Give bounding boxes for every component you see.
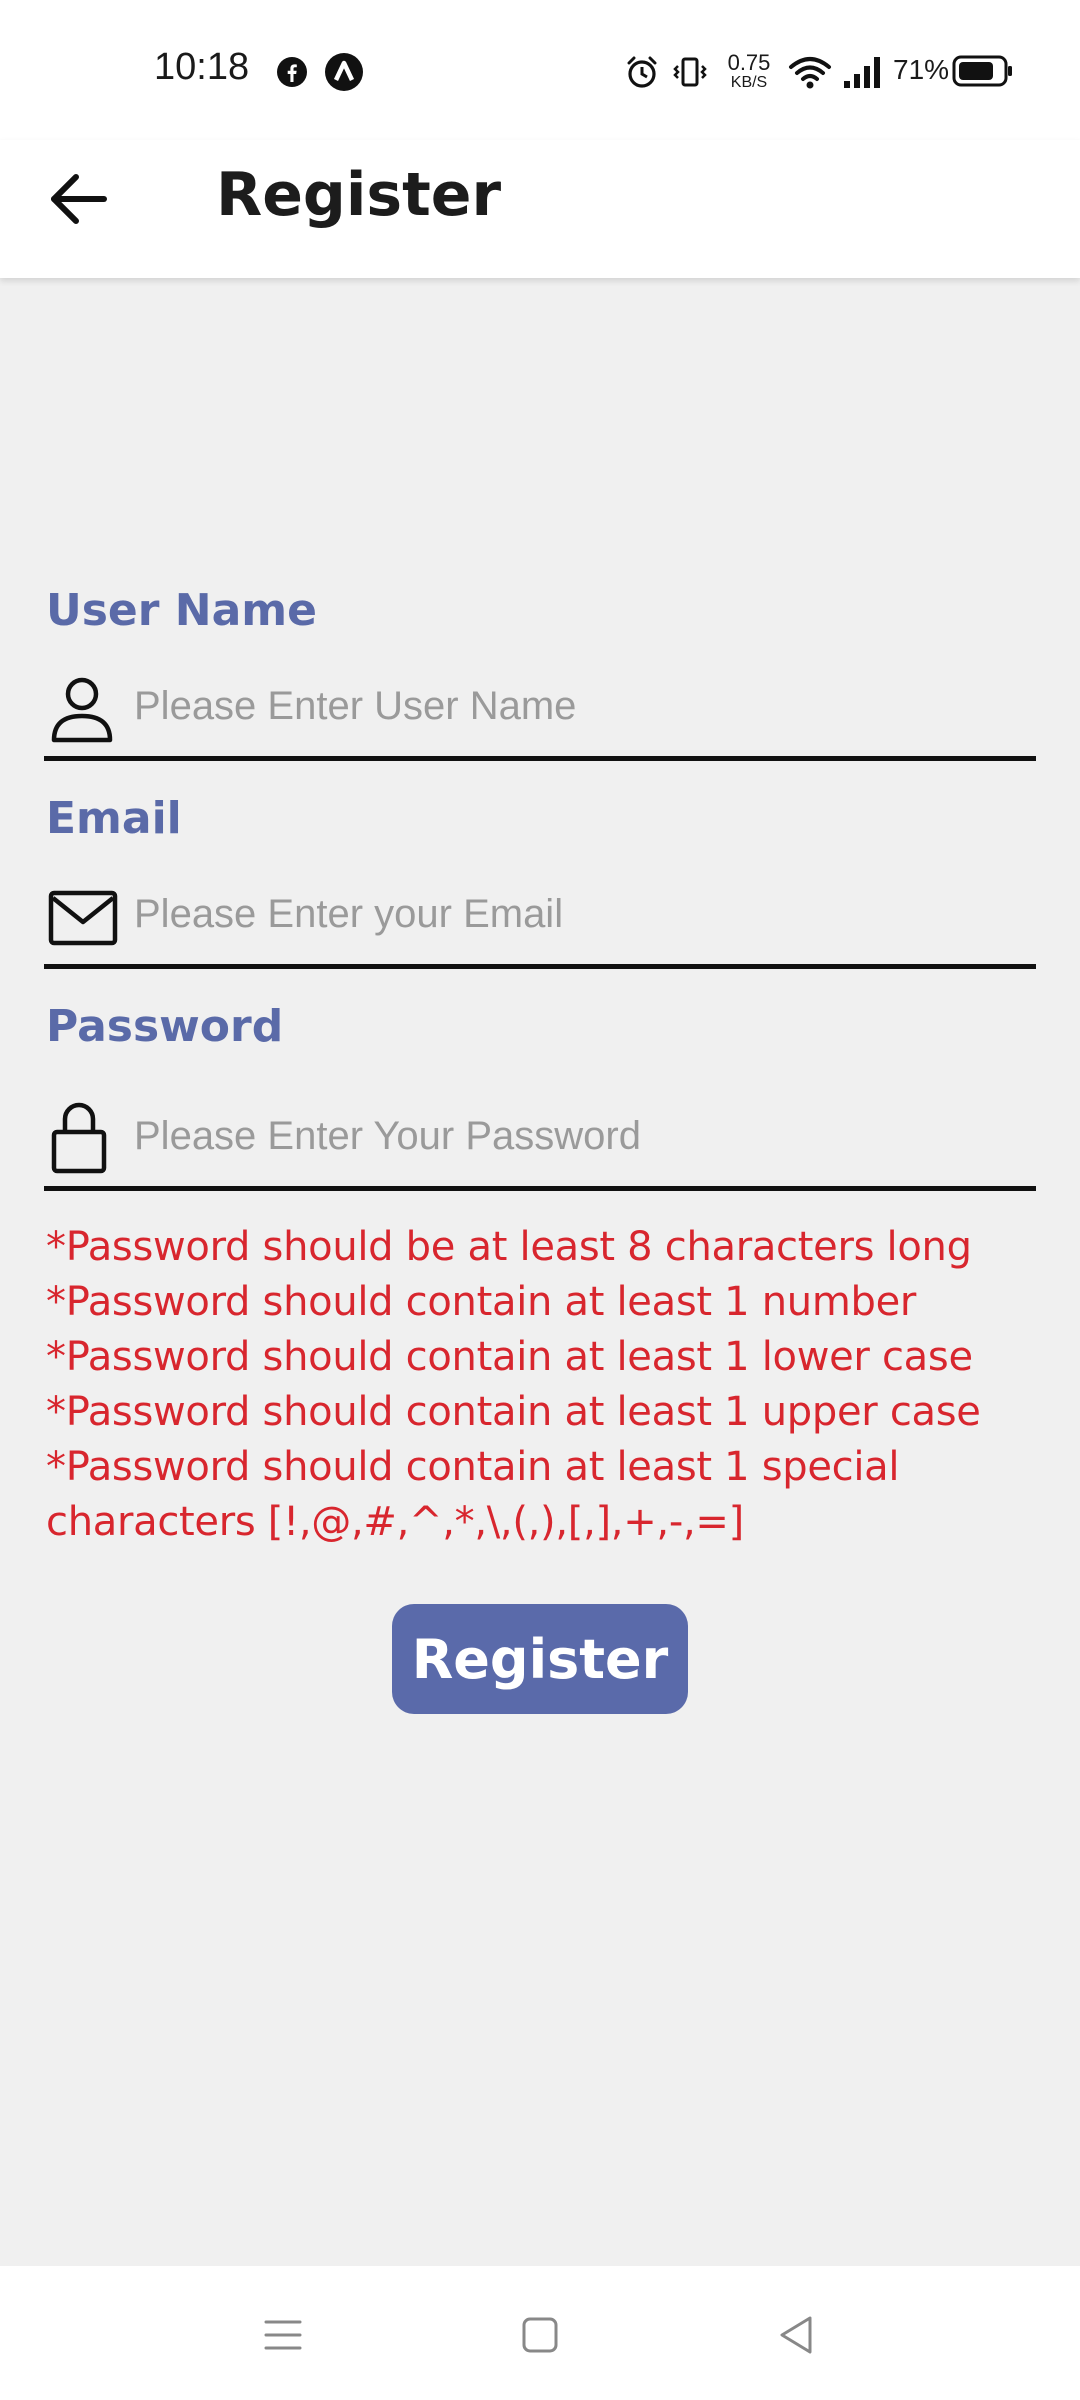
password-field bbox=[44, 1090, 1036, 1191]
status-bar: 10:18 0.75 KB/S 71% bbox=[0, 0, 1080, 140]
password-rule: *Password should contain at least 1 lowe… bbox=[46, 1334, 973, 1380]
password-rule: *Password should be at least 8 character… bbox=[46, 1224, 972, 1270]
signal-icon bbox=[844, 57, 880, 88]
back-button[interactable] bbox=[44, 164, 114, 234]
app-bar: Register bbox=[0, 140, 1080, 278]
person-icon bbox=[51, 677, 113, 743]
password-rule: *Password should contain at least 1 spec… bbox=[46, 1444, 900, 1545]
vibrate-icon bbox=[673, 57, 707, 87]
password-input[interactable] bbox=[134, 1104, 1014, 1168]
network-speed-value: 0.75 bbox=[727, 50, 771, 75]
battery-icon bbox=[952, 55, 1012, 87]
email-field bbox=[44, 868, 1036, 969]
menu-icon[interactable] bbox=[258, 2310, 308, 2360]
mail-icon bbox=[48, 890, 118, 946]
password-rule: *Password should contain at least 1 numb… bbox=[46, 1279, 917, 1325]
network-speed: 0.75 KB/S bbox=[722, 52, 776, 91]
facebook-icon bbox=[277, 57, 307, 87]
notification-app-icon bbox=[325, 53, 363, 91]
register-screen: 10:18 0.75 KB/S 71% Register User Name P… bbox=[0, 0, 1080, 2400]
back-triangle-icon[interactable] bbox=[772, 2310, 822, 2360]
status-time: 10:18 bbox=[154, 46, 250, 88]
lock-icon bbox=[51, 1102, 107, 1174]
password-label: Password bbox=[46, 1001, 284, 1052]
wifi-icon bbox=[789, 57, 831, 89]
network-speed-unit: KB/S bbox=[730, 74, 768, 91]
register-button[interactable]: Register bbox=[392, 1604, 688, 1714]
username-input[interactable] bbox=[134, 674, 1014, 738]
password-rule: *Password should contain at least 1 uppe… bbox=[46, 1389, 981, 1435]
password-rules: *Password should be at least 8 character… bbox=[46, 1220, 1046, 1550]
email-label: Email bbox=[46, 793, 182, 844]
username-label: User Name bbox=[46, 585, 317, 636]
system-nav-bar bbox=[0, 2266, 1080, 2400]
page-title: Register bbox=[216, 160, 502, 230]
alarm-icon bbox=[627, 56, 657, 88]
arrow-left-icon bbox=[51, 174, 107, 224]
email-input[interactable] bbox=[134, 882, 1014, 946]
home-square-icon[interactable] bbox=[515, 2310, 565, 2360]
battery-percent: 71% bbox=[893, 54, 950, 85]
username-field bbox=[44, 660, 1036, 761]
